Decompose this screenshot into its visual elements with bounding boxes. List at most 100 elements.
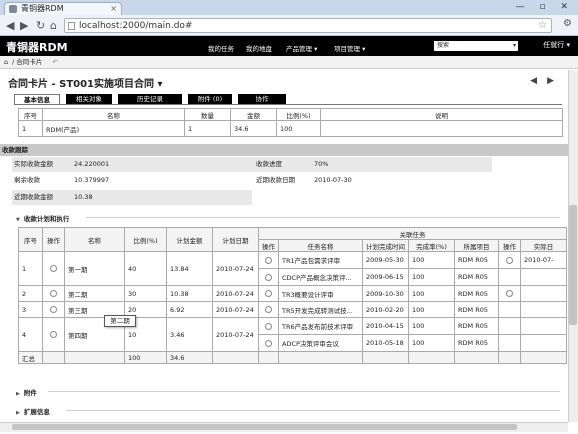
table-cell: RDM R05 (454, 301, 499, 318)
edit-cell[interactable] (42, 285, 65, 302)
edit-cell[interactable] (258, 251, 279, 269)
back-icon[interactable]: ◀ (6, 19, 14, 32)
window-controls[interactable]: — ▫ ✕ (516, 2, 574, 12)
plan-section-toggle[interactable]: ▼ 收款计划和执行 (16, 213, 69, 223)
edit-cell[interactable] (258, 285, 279, 302)
user-menu[interactable]: 任就行 ▾ (543, 40, 570, 50)
horizontal-scroll-thumb[interactable] (12, 424, 517, 430)
gear-icon[interactable] (50, 290, 57, 297)
column-header: 名称 (42, 108, 185, 121)
table-cell: 2010-07-24 (212, 301, 259, 318)
edit-cell[interactable] (498, 285, 521, 302)
field-label: 收款进度 (256, 160, 282, 168)
table-cell: 2009-10-30 (362, 285, 409, 302)
edit-cell[interactable] (42, 251, 65, 286)
gear-icon[interactable] (50, 265, 57, 272)
collapse-icon: ▼ (16, 217, 20, 223)
menu-product-management[interactable]: 产品管理 ▾ (286, 43, 317, 53)
gear-icon[interactable] (50, 331, 57, 338)
edit-cell[interactable] (258, 268, 279, 286)
table-cell: 40 (124, 251, 167, 286)
gear-icon[interactable] (265, 306, 272, 313)
table-cell (258, 351, 279, 364)
forward-icon[interactable]: ▶ (20, 19, 28, 32)
gear-icon[interactable] (265, 290, 272, 297)
tab-collaboration[interactable]: 协作 (238, 94, 286, 104)
table-cell: 10.38 (166, 285, 213, 302)
attachments-section-toggle[interactable]: ▶ 附件 (16, 387, 37, 397)
field-value: 10.379997 (74, 176, 110, 184)
tab-attachments[interactable]: 附件 (0) (188, 94, 232, 104)
edit-cell[interactable] (42, 301, 65, 318)
tab-divider (14, 104, 562, 105)
search-dropdown-icon[interactable]: ▾ (513, 41, 516, 51)
expand-icon: ▶ (16, 410, 20, 416)
table-cell: RDM R05 (454, 285, 499, 302)
table-row[interactable]: 2 第二期 30 10.38 2010-07-24 TR3概要设计评审 2009… (18, 285, 568, 302)
brand-logo: 青铜器RDM (6, 41, 68, 54)
gear-icon[interactable] (506, 256, 513, 264)
next-record-icon[interactable]: ▶ (547, 76, 564, 86)
breadcrumb-current[interactable]: 合同卡片 (16, 58, 42, 66)
address-bar[interactable]: localhost:2000/main.do# ☆ (64, 18, 552, 33)
column-header: 序号 (18, 108, 43, 121)
extended-info-section-toggle[interactable]: ▶ 扩展信息 (16, 406, 50, 416)
gear-icon[interactable] (265, 322, 272, 330)
search-input[interactable]: 搜索 ▾ (434, 41, 518, 51)
table-cell: 1 (18, 251, 43, 286)
record-nav: ◀▶ (530, 76, 564, 86)
table-cell: 3.46 (166, 317, 213, 352)
column-header: 比例(%) (124, 227, 167, 252)
tab-basic-info[interactable]: 基本信息 (14, 94, 60, 104)
table-cell: 34.6 (230, 120, 277, 137)
table-cell[interactable]: CDCP产品概念决策评... (278, 268, 363, 286)
gear-icon[interactable] (265, 339, 272, 347)
divider (66, 410, 560, 411)
gear-icon[interactable] (265, 256, 272, 264)
gear-icon[interactable] (265, 273, 272, 281)
edit-cell[interactable] (42, 317, 65, 352)
table-row[interactable]: 3 第三期 20 6.92 2010-07-24 TR5开发完成转测试技... … (18, 301, 568, 318)
table-cell: 2010-07-24 (212, 285, 259, 302)
home-icon[interactable]: ⌂ (4, 56, 12, 68)
menu-project-management[interactable]: 项目管理 ▾ (334, 43, 365, 53)
table-cell[interactable]: ADCP决策评审会议 (278, 334, 363, 352)
reload-icon[interactable]: ↻ (36, 19, 45, 32)
table-row[interactable]: 1 第一期 40 13.84 2010-07-24 TR1产品包需求评审 200… (18, 251, 568, 286)
home-icon[interactable]: ⌂ (50, 19, 57, 32)
table-cell[interactable]: TR3概要设计评审 (278, 285, 363, 302)
edit-cell[interactable] (498, 251, 521, 269)
table-cell: 2009-05-30 (362, 251, 409, 269)
table-row[interactable]: 4 第四期 10 3.46 2010-07-24 TR6产品发布前技术评审 20… (18, 317, 568, 352)
column-header: 说明 (320, 108, 563, 121)
table-row[interactable]: 1 RDM(产品) 1 34.6 100 (18, 120, 563, 137)
summary-label: 汇总 (18, 351, 43, 364)
page-title[interactable]: 合同卡片 - ST001实施项目合同 ▾ (8, 75, 163, 90)
edit-cell[interactable] (258, 317, 279, 335)
menu-my-space[interactable]: 我的地盘 (246, 43, 272, 53)
menu-my-tasks[interactable]: 我的任务 (208, 43, 234, 53)
wrench-icon[interactable]: ⚙ (563, 18, 572, 29)
table-cell: 第二期 (64, 285, 125, 302)
table-cell[interactable]: TR1产品包需求评审 (278, 251, 363, 269)
edit-cell[interactable] (258, 301, 279, 318)
browser-toolbar: ◀ ▶ ↻ ⌂ localhost:2000/main.do# ☆ ⚙ (0, 15, 578, 36)
tab-history[interactable]: 历史记录 (118, 94, 182, 104)
table-cell: 100 (408, 301, 455, 318)
close-tab-icon[interactable]: × (110, 3, 117, 15)
vertical-scroll-thumb[interactable] (569, 205, 577, 325)
prev-record-icon[interactable]: ◀ (530, 76, 547, 86)
table-cell[interactable]: TR6产品发布前技术评审 (278, 317, 363, 335)
table-cell[interactable]: TR5开发完成转测试技... (278, 301, 363, 318)
page-icon (68, 22, 75, 30)
table-cell: RDM R05 (454, 268, 499, 286)
browser-tab[interactable]: 青铜器RDM × (4, 2, 122, 15)
bookmark-star-icon[interactable]: ☆ (538, 19, 547, 33)
gear-icon[interactable] (506, 290, 513, 297)
back-arrow-icon[interactable]: ↶ (52, 58, 57, 66)
edit-cell[interactable] (258, 334, 279, 352)
expand-icon: ▶ (16, 391, 20, 397)
gear-icon[interactable] (50, 306, 57, 313)
table-cell (519, 317, 568, 335)
tab-related-objects[interactable]: 相关对象 (66, 94, 112, 104)
